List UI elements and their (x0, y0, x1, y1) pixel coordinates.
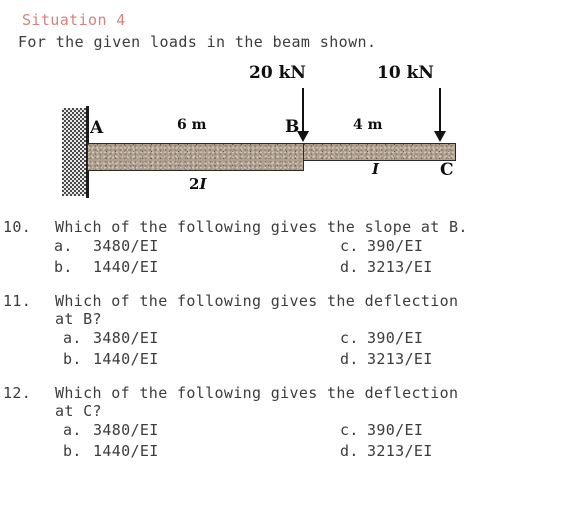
question-number: 11. (3, 292, 32, 310)
answer-options: a. 3480/EI c. 390/EI b. 1440/EI d. 3213/EI (0, 329, 584, 371)
answer-options: a. 3480/EI c. 390/EI b. 1440/EI d. 3213/EI (0, 421, 584, 463)
beam-segment-bc (303, 143, 456, 161)
answer-option-value: 3213/EI (367, 442, 433, 460)
question-heading: 10. Which of the following gives the slop… (0, 218, 584, 236)
fixed-support-hatching-icon (62, 108, 87, 196)
answer-option-value: 3480/EI (93, 421, 159, 439)
node-label-b: B (285, 117, 300, 137)
answer-option-a[interactable]: a. 3480/EI (63, 329, 159, 347)
question-block: 11. Which of the following gives the defl… (0, 292, 584, 371)
answer-option-key: b. (63, 350, 82, 368)
inertia-left-prefix: 2 (189, 175, 200, 193)
problem-intro-text: For the given loads in the beam shown. (18, 33, 377, 51)
answer-option-row: a. 3480/EI c. 390/EI (0, 329, 584, 350)
dimension-label-6m: 6 m (177, 117, 207, 133)
answer-option-c[interactable]: c. 390/EI (340, 421, 423, 439)
question-heading: 11. Which of the following gives the defl… (0, 292, 584, 310)
answer-option-d[interactable]: d. 3213/EI (340, 350, 433, 368)
answer-option-key: c. (340, 237, 359, 255)
inertia-left-symbol: I (199, 175, 207, 193)
answer-option-key: b. (63, 442, 82, 460)
answer-option-value: 3213/EI (367, 258, 433, 276)
question-block: 10. Which of the following gives the slop… (0, 218, 584, 279)
load-arrow-shaft-20kn (302, 88, 305, 133)
answer-option-row: b. 1440/EI d. 3213/EI (0, 350, 584, 371)
question-block: 12. Which of the following gives the defl… (0, 384, 584, 463)
answer-option-key: b. (54, 258, 73, 276)
answer-option-value: 390/EI (367, 237, 424, 255)
beam-segment-ab (87, 143, 304, 171)
dimension-label-4m: 4 m (353, 117, 383, 133)
question-list: 10. Which of the following gives the slop… (0, 218, 584, 476)
answer-option-value: 1440/EI (93, 258, 159, 276)
answer-option-key: a. (63, 421, 82, 439)
question-text: Which of the following gives the deflect… (55, 292, 459, 310)
question-text: Which of the following gives the slope a… (55, 218, 468, 236)
situation-title: Situation 4 (22, 11, 126, 29)
answer-option-row: b. 1440/EI d. 3213/EI (0, 442, 584, 463)
answer-option-value: 390/EI (367, 421, 424, 439)
answer-option-key: a. (63, 329, 82, 347)
answer-option-row: b. 1440/EI d. 3213/EI (0, 258, 584, 279)
answer-option-key: c. (340, 329, 359, 347)
question-number: 12. (3, 384, 32, 402)
answer-option-value: 3480/EI (93, 329, 159, 347)
answer-option-b[interactable]: b. 1440/EI (63, 442, 159, 460)
question-heading: 12. Which of the following gives the defl… (0, 384, 584, 402)
answer-option-value: 3213/EI (367, 350, 433, 368)
moment-of-inertia-label-left: 2I (189, 175, 206, 193)
load-arrow-shaft-10kn (439, 88, 442, 133)
load-label-10kn: 10 kN (377, 63, 434, 83)
answer-option-a[interactable]: a. 3480/EI (54, 237, 159, 255)
moment-of-inertia-label-right: I (372, 160, 380, 178)
question-text-continued: at C? (55, 402, 102, 420)
answer-option-key: d. (340, 350, 359, 368)
question-text-continued: at B? (55, 310, 102, 328)
load-label-20kn: 20 kN (249, 63, 306, 83)
answer-option-b[interactable]: b. 1440/EI (63, 350, 159, 368)
answer-option-key: d. (340, 442, 359, 460)
answer-option-d[interactable]: d. 3213/EI (340, 442, 433, 460)
question-number: 10. (3, 218, 32, 236)
question-text: Which of the following gives the deflect… (55, 384, 459, 402)
answer-option-key: a. (54, 237, 73, 255)
answer-option-row: a. 3480/EI c. 390/EI (0, 421, 584, 442)
answer-option-key: d. (340, 258, 359, 276)
answer-option-value: 1440/EI (93, 350, 159, 368)
beam-diagram: 20 kN 10 kN 6 m 4 m A B C 2I I (0, 55, 584, 215)
answer-options: a. 3480/EI c. 390/EI b. 1440/EI d. 3213/EI (0, 237, 584, 279)
answer-option-row: a. 3480/EI c. 390/EI (0, 237, 584, 258)
answer-option-value: 1440/EI (93, 442, 159, 460)
answer-option-value: 3480/EI (93, 237, 159, 255)
answer-option-a[interactable]: a. 3480/EI (63, 421, 159, 439)
answer-option-d[interactable]: d. 3213/EI (340, 258, 433, 276)
answer-option-value: 390/EI (367, 329, 424, 347)
node-label-a: A (90, 118, 104, 138)
load-arrow-head-10kn (434, 131, 446, 142)
answer-option-c[interactable]: c. 390/EI (340, 237, 423, 255)
answer-option-b[interactable]: b. 1440/EI (54, 258, 159, 276)
answer-option-c[interactable]: c. 390/EI (340, 329, 423, 347)
node-label-c: C (440, 160, 454, 180)
answer-option-key: c. (340, 421, 359, 439)
